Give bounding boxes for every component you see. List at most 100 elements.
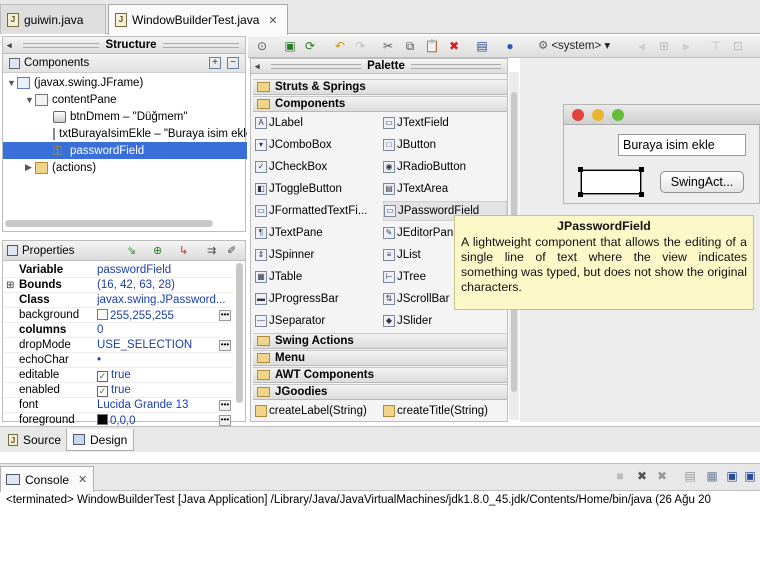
property-value[interactable]: 255,255,255 (95, 308, 233, 322)
tab-source[interactable]: J Source (2, 429, 67, 451)
palette-item-jtogglebutton[interactable]: ◧ JToggleButton (255, 179, 379, 199)
display-console-icon[interactable]: ▣ (742, 469, 758, 484)
property-row[interactable]: dropMode USE_SELECTION ••• (3, 338, 233, 353)
convert-local-icon[interactable]: ↳ (179, 244, 188, 257)
show-advanced-icon[interactable]: ⇉ (207, 244, 216, 257)
palette-item-jradiobutton[interactable]: ◉ JRadioButton (383, 157, 507, 177)
tree-item-btndmem[interactable]: btnDmem – "Düğmem" (3, 108, 247, 125)
palette-item-jspinner[interactable]: ⇕ JSpinner (255, 245, 379, 265)
remove-launch-icon[interactable]: ✖ (634, 469, 650, 484)
align-center-icon[interactable]: ⊞ (656, 39, 672, 54)
edit-value-button[interactable]: ••• (219, 309, 231, 321)
tree-expand-icon[interactable]: ▼ (25, 95, 35, 105)
close-console-icon[interactable]: ✕ (78, 473, 87, 486)
show-events-icon[interactable]: ⇘ (127, 244, 136, 257)
align-left-icon[interactable]: ⫷ (634, 39, 650, 54)
preview-swing-action-button[interactable]: SwingAct... (660, 171, 744, 193)
tree-item-txtburayaisimekle[interactable]: txtBurayaIsimEkle – "Buraya isim ekle" (3, 125, 247, 142)
clear-console-icon[interactable]: ▤ (682, 469, 698, 484)
tree-expand-icon[interactable]: ▼ (7, 78, 17, 88)
palette-item-jbutton[interactable]: □ JButton (383, 135, 507, 155)
property-value[interactable]: ✓ true (95, 384, 233, 397)
align-right-icon[interactable]: ⫸ (678, 39, 694, 54)
pin-console-icon[interactable]: ▣ (724, 469, 740, 484)
palette-item-jslider[interactable]: ◆ JSlider (383, 311, 507, 331)
align-middle-icon[interactable]: ⊡ (730, 39, 746, 54)
edit-value-button[interactable]: ••• (219, 399, 231, 411)
drag-grip-icon[interactable] (271, 63, 362, 69)
palette-item-jcheckbox[interactable]: ✓ JCheckBox (255, 157, 379, 177)
palette-category-components[interactable]: Components (253, 96, 507, 112)
palette-item-jtextfield[interactable]: ▭ JTextField (383, 113, 507, 133)
structure-horizontal-scrollbar[interactable] (5, 220, 213, 227)
palette-item-createlabel[interactable]: createLabel(String) (255, 401, 381, 421)
property-value[interactable]: (16, 42, 63, 28) (95, 279, 233, 291)
restore-default-icon[interactable]: ✐ (227, 244, 236, 257)
drag-grip-icon[interactable] (23, 42, 100, 48)
tab-design[interactable]: Design (66, 429, 135, 451)
remove-all-launches-icon[interactable]: ✖ (654, 469, 670, 484)
resize-handle[interactable] (639, 167, 644, 172)
palette-category-menu[interactable]: Menu (253, 350, 507, 366)
property-row[interactable]: echoChar • (3, 353, 233, 368)
tab-windowbuildertest[interactable]: J WindowBuilderTest.java ✕ (108, 4, 288, 35)
palette-item-createtitle[interactable]: createTitle(String) (383, 401, 507, 421)
palette-item-jtextarea[interactable]: ▤ JTextArea (383, 179, 507, 199)
globe-icon[interactable]: ● (502, 39, 518, 54)
redo-icon[interactable]: ↷ (352, 39, 368, 54)
undo-icon[interactable]: ↶ (332, 39, 348, 54)
cut-icon[interactable]: ✂ (380, 39, 396, 54)
refresh-icon[interactable]: ⟳ (302, 39, 318, 54)
palette-category-swing-actions[interactable]: Swing Actions (253, 333, 507, 349)
palette-item-jformattedtextfi[interactable]: ▭ JFormattedTextFi... (255, 201, 379, 221)
tree-item-passwordfield[interactable]: ⚿ passwordField (3, 142, 247, 159)
collapse-all-icon[interactable]: − (227, 57, 239, 69)
property-row[interactable]: Variable passwordField (3, 263, 233, 278)
property-row[interactable]: editable ✓ true (3, 368, 233, 383)
palette-category-jgoodies[interactable]: JGoodies (253, 384, 507, 400)
palette-item-jtextpane[interactable]: ¶ JTextPane (255, 223, 379, 243)
palette-item-jseparator[interactable]: — JSeparator (255, 311, 379, 331)
expand-bounds-icon[interactable]: ⊞ (6, 280, 14, 291)
checkbox-icon[interactable]: ✓ (97, 370, 108, 382)
tree-item-actions[interactable]: ▶ (actions) (3, 159, 247, 176)
scroll-lock-icon[interactable]: ▦ (704, 469, 720, 484)
select-icon[interactable]: ⊙ (254, 39, 270, 54)
copy-icon[interactable]: ⧉ (402, 39, 418, 54)
goto-definition-icon[interactable]: ⊕ (153, 244, 162, 257)
paste-icon[interactable]: 📋 (424, 39, 440, 54)
terminate-icon[interactable]: ■ (612, 469, 628, 484)
property-row[interactable]: ⊞ Bounds (16, 42, 63, 28) (3, 278, 233, 293)
palette-category-awt[interactable]: AWT Components (253, 367, 507, 383)
palette-item-jlabel[interactable]: A JLabel (255, 113, 379, 133)
property-value[interactable]: • (95, 354, 233, 366)
tab-order-icon[interactable]: ▤ (474, 39, 490, 54)
checkbox-icon[interactable]: ✓ (97, 385, 108, 397)
property-row[interactable]: enabled ✓ true (3, 383, 233, 398)
tree-collapsed-icon[interactable]: ▶ (25, 162, 35, 173)
property-row[interactable]: columns 0 (3, 323, 233, 338)
property-value[interactable]: javax.swing.JPassword... (95, 294, 233, 306)
properties-vertical-scrollbar[interactable] (236, 263, 243, 403)
edit-value-button[interactable]: ••• (219, 414, 231, 426)
preview-name-textfield[interactable]: Buraya isim ekle (618, 134, 746, 156)
jframe-preview[interactable]: Buraya isim ekle SwingAct... (563, 104, 760, 204)
palette-item-jprogressbar[interactable]: ▬ JProgressBar (255, 289, 379, 309)
property-row[interactable]: font Lucida Grande 13 ••• (3, 398, 233, 413)
property-value[interactable]: ✓ true (95, 369, 233, 382)
property-value[interactable]: Lucida Grande 13 (95, 399, 233, 411)
lookandfeel-dropdown[interactable]: ⚙ <system> ▾ (538, 39, 610, 54)
property-value[interactable]: USE_SELECTION (95, 339, 233, 351)
edit-value-button[interactable]: ••• (219, 339, 231, 351)
drag-grip-icon[interactable] (162, 42, 239, 48)
collapse-palette-icon[interactable]: ◂ (251, 61, 265, 72)
drag-grip-icon[interactable] (410, 63, 501, 69)
preview-password-field[interactable] (578, 167, 644, 197)
property-row[interactable]: background 255,255,255 ••• (3, 308, 233, 323)
tree-item-contentpane[interactable]: ▼ contentPane (3, 91, 247, 108)
property-value[interactable]: 0 (95, 324, 233, 336)
tab-console[interactable]: Console ✕ (0, 466, 94, 492)
tree-item-jframe[interactable]: ▼ (javax.swing.JFrame) (3, 74, 247, 91)
tab-guiwin[interactable]: J guiwin.java (0, 4, 106, 34)
close-tab-icon[interactable]: ✕ (268, 14, 277, 27)
